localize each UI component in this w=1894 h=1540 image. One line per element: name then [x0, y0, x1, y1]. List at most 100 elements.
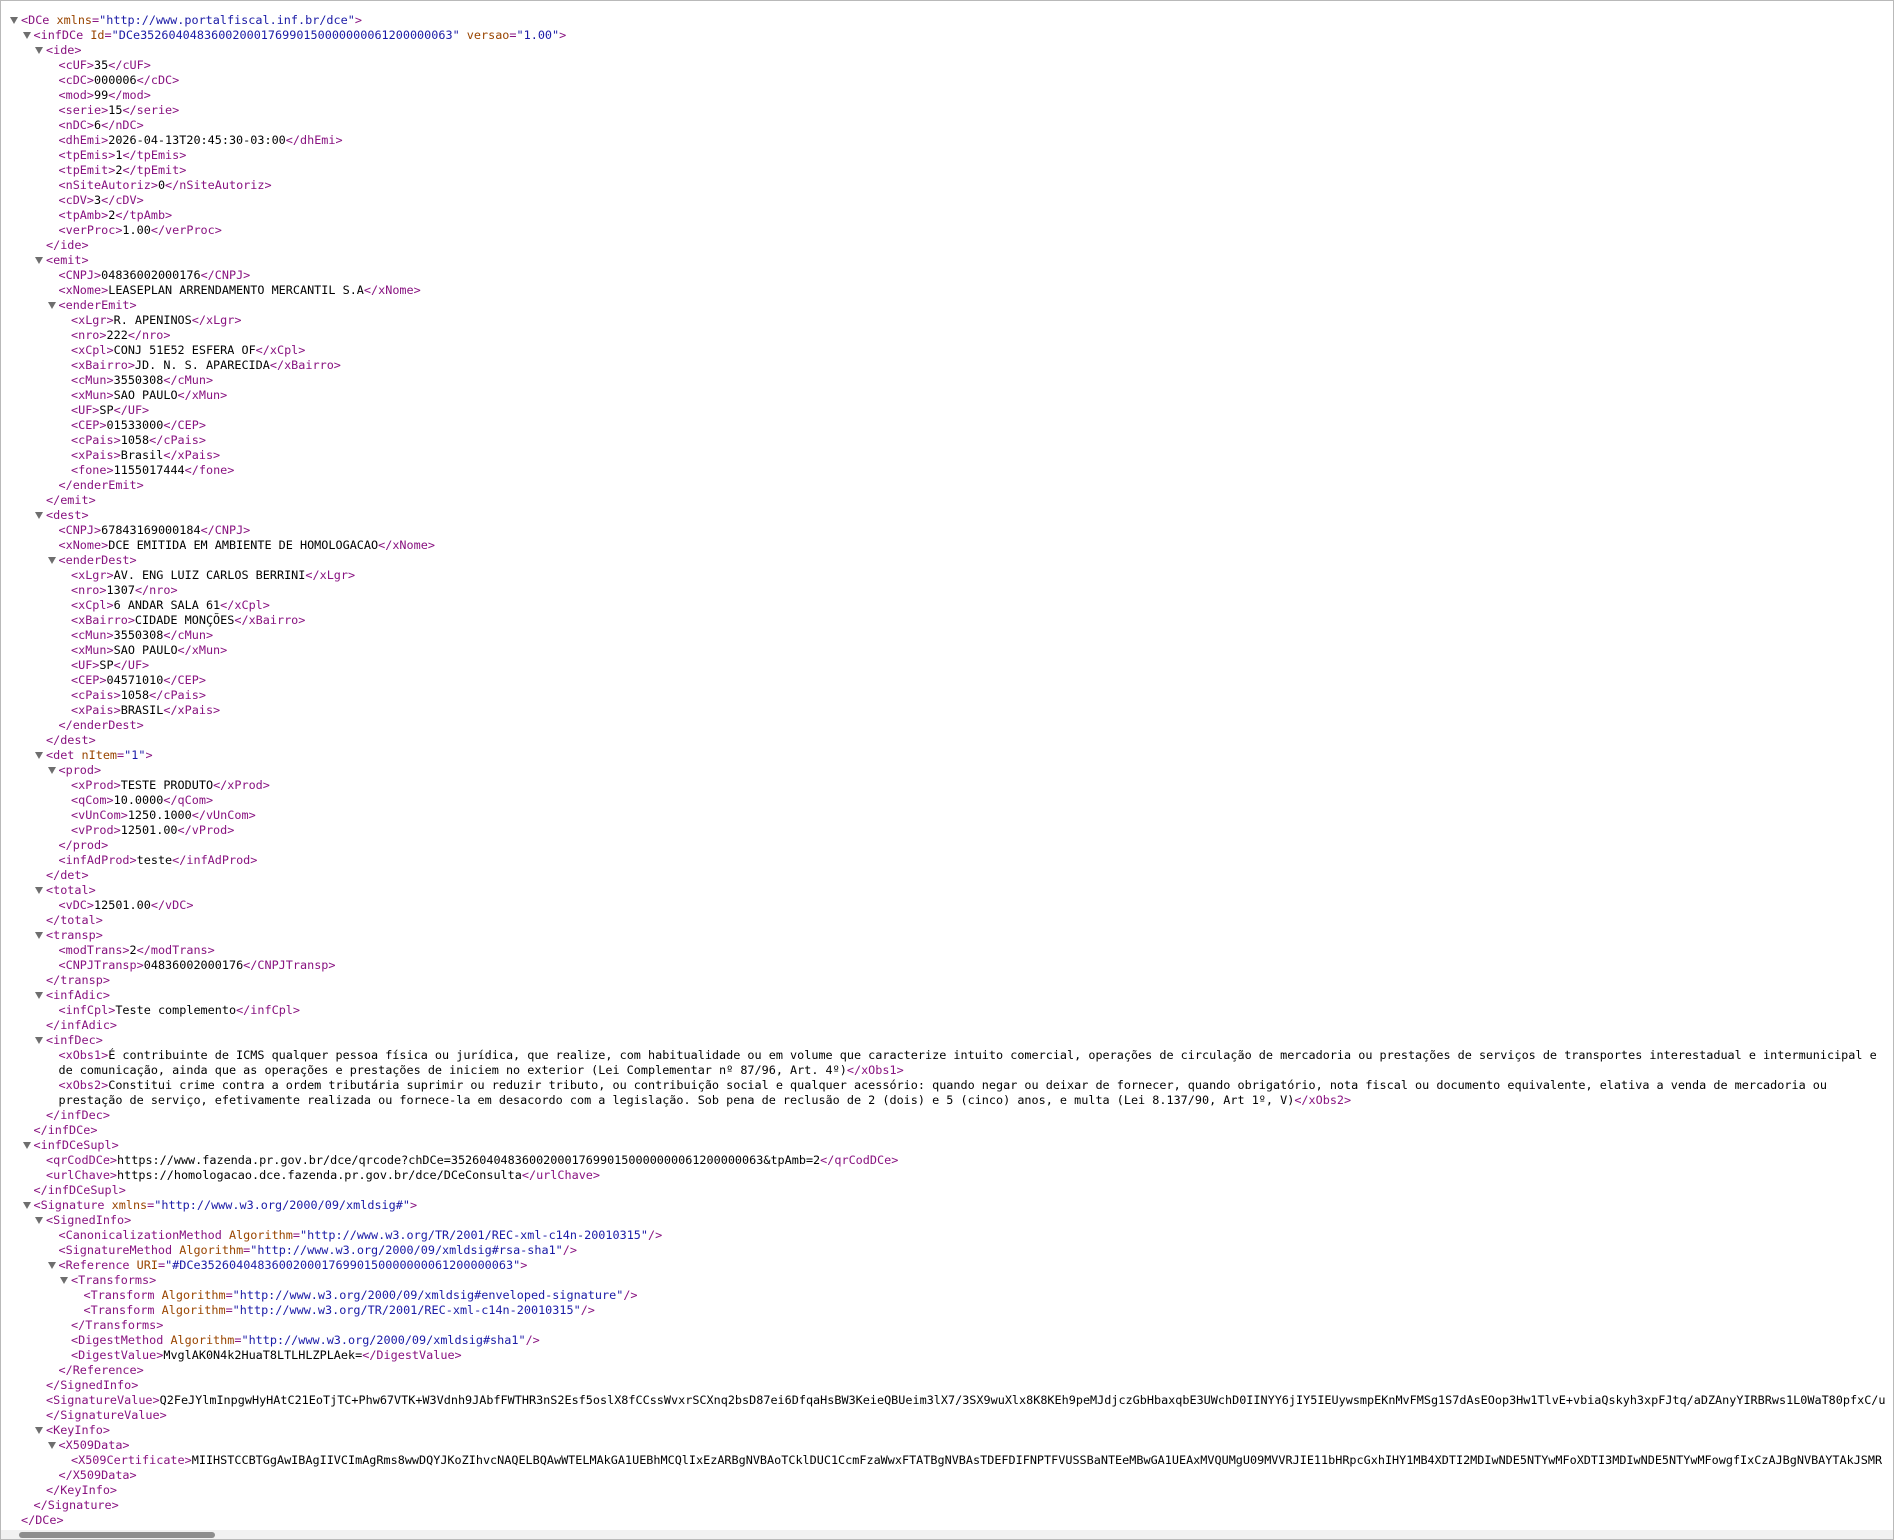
- xml-tag: </cMun>: [163, 628, 214, 642]
- collapse-triangle-icon[interactable]: [35, 257, 43, 264]
- xml-line: <mod>99</mod>: [1, 88, 1893, 103]
- xml-line[interactable]: <SignedInfo>: [1, 1213, 1893, 1228]
- xml-line[interactable]: <total>: [1, 883, 1893, 898]
- collapse-triangle-icon[interactable]: [35, 752, 43, 759]
- collapse-triangle-icon[interactable]: [35, 1217, 43, 1224]
- xml-line: </SignatureValue>: [1, 1408, 1893, 1423]
- xml-line[interactable]: <Reference URI="#DCe35260404836002000176…: [1, 1258, 1893, 1273]
- xml-line: </emit>: [1, 493, 1893, 508]
- xml-line[interactable]: <infDec>: [1, 1033, 1893, 1048]
- horizontal-scrollbar[interactable]: [1, 1530, 1893, 1539]
- xml-line[interactable]: <emit>: [1, 253, 1893, 268]
- xml-line[interactable]: <enderDest>: [1, 553, 1893, 568]
- collapse-triangle-icon[interactable]: [47, 302, 56, 309]
- xml-text: CIDADE MONÇÕES: [134, 613, 235, 627]
- xml-text: 1058: [120, 433, 150, 447]
- xml-tag: <ide>: [46, 43, 82, 57]
- xml-tag: </vUnCom>: [191, 808, 256, 822]
- xml-line: <nDC>6</nDC>: [1, 118, 1893, 133]
- xml-text: CONJ 51E52 ESFERA OF: [113, 343, 256, 357]
- collapse-triangle-icon[interactable]: [10, 17, 18, 24]
- xml-attribute-name: Id: [90, 28, 105, 42]
- xml-line[interactable]: <KeyInfo>: [1, 1423, 1893, 1438]
- collapse-triangle-icon[interactable]: [35, 47, 43, 54]
- xml-line: <Transform Algorithm="http://www.w3.org/…: [1, 1288, 1893, 1303]
- xml-line: <qrCodDCe>https://www.fazenda.pr.gov.br/…: [1, 1153, 1893, 1168]
- xml-attribute-value: "http://www.w3.org/2000/09/xmldsig#rsa-s…: [250, 1243, 563, 1257]
- xml-tag: </nro>: [134, 583, 178, 597]
- xml-line: </infDCeSupl>: [1, 1183, 1893, 1198]
- collapse-triangle-icon[interactable]: [35, 887, 43, 894]
- xml-line: </total>: [1, 913, 1893, 928]
- xml-line[interactable]: <Transforms>: [1, 1273, 1893, 1288]
- collapse-triangle-icon[interactable]: [35, 1037, 43, 1044]
- xml-line[interactable]: <infDCeSupl>: [1, 1138, 1893, 1153]
- xml-line: <nSiteAutoriz>0</nSiteAutoriz>: [1, 178, 1893, 193]
- xml-line[interactable]: <dest>: [1, 508, 1893, 523]
- collapse-triangle-icon[interactable]: [47, 1442, 56, 1449]
- collapse-triangle-icon[interactable]: [47, 767, 56, 774]
- xml-tag: <urlChave>: [46, 1168, 118, 1182]
- horizontal-scrollbar-thumb[interactable]: [19, 1532, 215, 1538]
- xml-tag: </tpEmit>: [122, 163, 187, 177]
- xml-tag: <CNPJTransp>: [58, 958, 144, 972]
- xml-tag: </mod>: [108, 88, 151, 102]
- xml-line: <verProc>1.00</verProc>: [1, 223, 1893, 238]
- collapse-triangle-icon[interactable]: [22, 1142, 31, 1149]
- xml-line[interactable]: <prod>: [1, 763, 1893, 778]
- xml-tag: >: [520, 1258, 528, 1272]
- xml-tag: </infDec>: [46, 1108, 110, 1122]
- collapse-triangle-icon[interactable]: [35, 512, 43, 519]
- collapse-triangle-icon[interactable]: [35, 932, 43, 939]
- xml-line[interactable]: <infAdic>: [1, 988, 1893, 1003]
- xml-tag: </xLgr>: [191, 313, 242, 327]
- xml-attribute-value: "http://www.w3.org/2000/09/xmldsig#envel…: [232, 1288, 624, 1302]
- xml-tag: </vDC>: [150, 898, 194, 912]
- xml-tag: </nDC>: [101, 118, 144, 132]
- collapse-triangle-icon[interactable]: [22, 1202, 31, 1209]
- xml-line: <xLgr>R. APENINOS</xLgr>: [1, 313, 1893, 328]
- collapse-triangle-icon[interactable]: [35, 992, 43, 999]
- xml-tag: <qCom>: [71, 793, 114, 807]
- xml-line[interactable]: <ide>: [1, 43, 1893, 58]
- xml-tag: <cMun>: [71, 373, 114, 387]
- xml-text: 1155017444: [113, 463, 185, 477]
- xml-line[interactable]: <infDCe Id="DCe3526040483600200017699015…: [1, 28, 1893, 43]
- collapse-triangle-icon[interactable]: [22, 32, 31, 39]
- xml-line: <xPais>Brasil</xPais>: [1, 448, 1893, 463]
- xml-attribute-name: Algorithm: [161, 1288, 226, 1302]
- collapse-triangle-icon[interactable]: [47, 1262, 56, 1269]
- xml-tag: />: [623, 1288, 638, 1302]
- collapse-triangle-icon[interactable]: [60, 1277, 68, 1284]
- xml-line: <tpAmb>2</tpAmb>: [1, 208, 1893, 223]
- xml-text: 2026-04-13T20:45:30-03:00: [108, 133, 286, 147]
- xml-tag: <xNome>: [58, 538, 109, 552]
- xml-line: <CEP>01533000</CEP>: [1, 418, 1893, 433]
- xml-line[interactable]: <transp>: [1, 928, 1893, 943]
- xml-text: 3550308: [113, 373, 164, 387]
- xml-line[interactable]: <enderEmit>: [1, 298, 1893, 313]
- xml-tag: </dest>: [46, 733, 96, 747]
- xml-text: Teste complemento: [115, 1003, 237, 1017]
- xml-line: <xMun>SAO PAULO</xMun>: [1, 643, 1893, 658]
- xml-line[interactable]: <X509Data>: [1, 1438, 1893, 1453]
- xml-line: <CNPJ>67843169000184</CNPJ>: [1, 523, 1893, 538]
- xml-line[interactable]: <Signature xmlns="http://www.w3.org/2000…: [1, 1198, 1893, 1213]
- xml-line[interactable]: <det nItem="1">: [1, 748, 1893, 763]
- xml-tag: <dhEmi>: [58, 133, 109, 147]
- xml-attribute-name: Algorithm: [228, 1228, 293, 1242]
- collapse-triangle-icon[interactable]: [35, 1427, 43, 1434]
- xml-line: <xObs2>Constitui crime contra a ordem tr…: [1, 1078, 1893, 1108]
- xml-attribute-name: xmlns: [111, 1198, 148, 1212]
- xml-tag: </serie>: [122, 103, 180, 117]
- xml-tag: <xMun>: [71, 643, 114, 657]
- xml-line: <xCpl>CONJ 51E52 ESFERA OF</xCpl>: [1, 343, 1893, 358]
- xml-tag: <xPais>: [71, 703, 121, 717]
- xml-attribute-value: "#DCe35260404836002000176990150000000061…: [165, 1258, 521, 1272]
- collapse-triangle-icon[interactable]: [47, 557, 56, 564]
- xml-text: Constitui crime contra a ordem tributári…: [58, 1078, 1835, 1107]
- xml-tag: <tpAmb>: [58, 208, 109, 222]
- xml-line: <xProd>TESTE PRODUTO</xProd>: [1, 778, 1893, 793]
- xml-tag: =: [509, 28, 517, 42]
- xml-line[interactable]: <DCe xmlns="http://www.portalfiscal.inf.…: [1, 13, 1893, 28]
